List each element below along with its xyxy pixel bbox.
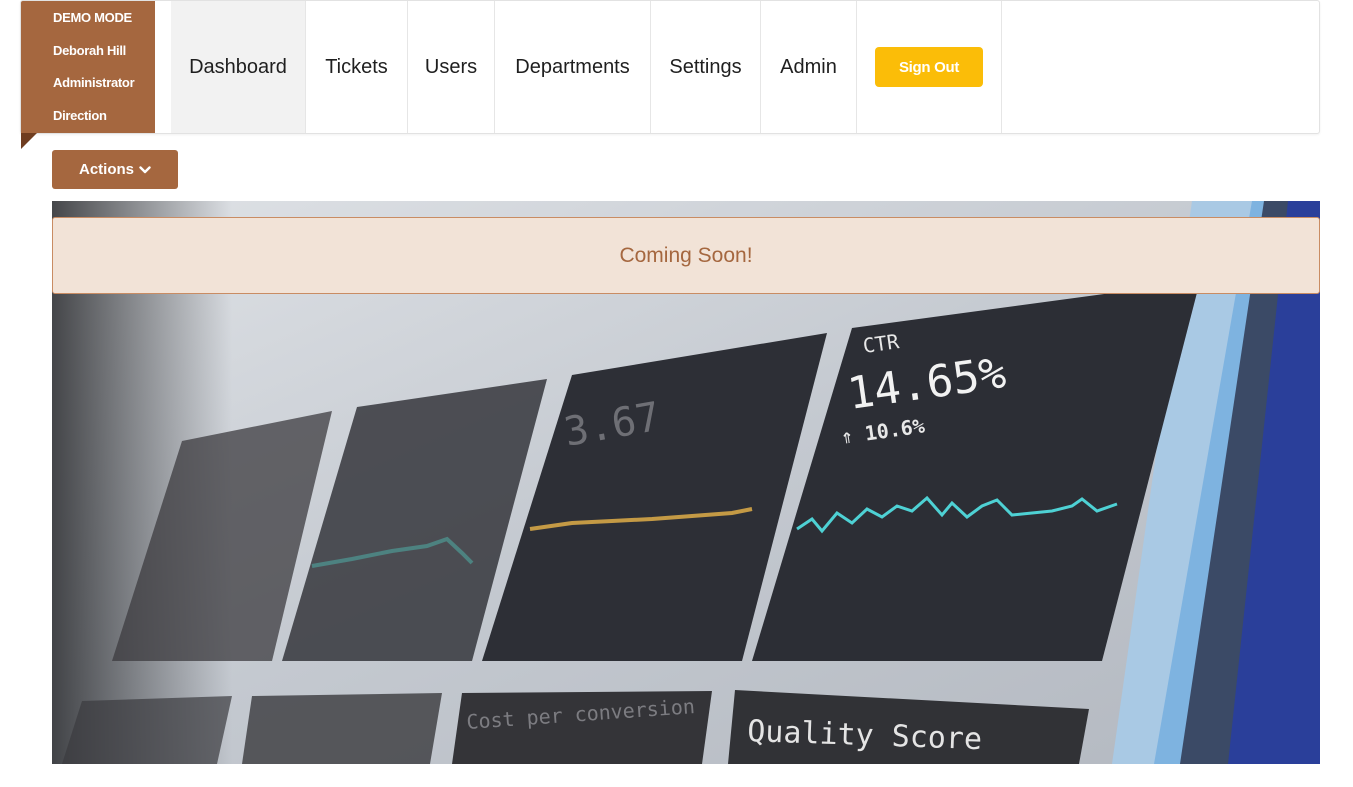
nav-item-dashboard[interactable]: Dashboard bbox=[171, 1, 306, 133]
nav-item-label: Tickets bbox=[325, 55, 388, 78]
nav-item-tickets[interactable]: Tickets bbox=[306, 1, 408, 133]
nav-item-settings[interactable]: Settings bbox=[651, 1, 761, 133]
chevron-down-icon bbox=[139, 165, 151, 173]
user-info-card: DEMO MODE Deborah Hill Administrator Dir… bbox=[21, 1, 155, 133]
ctr-label: CTR bbox=[861, 329, 901, 358]
main-menu: Dashboard Tickets Users Departments Sett… bbox=[171, 1, 1002, 133]
nav-item-label: Settings bbox=[669, 55, 742, 78]
nav-item-users[interactable]: Users bbox=[408, 1, 495, 133]
user-name: Deborah Hill bbox=[53, 42, 126, 58]
actions-dropdown-button[interactable]: Actions bbox=[52, 150, 178, 189]
nav-item-admin[interactable]: Admin bbox=[761, 1, 857, 133]
signout-cell: Sign Out bbox=[857, 1, 1002, 133]
nav-item-label: Dashboard bbox=[189, 55, 287, 78]
user-role: Administrator bbox=[53, 75, 135, 90]
demo-mode-label: DEMO MODE bbox=[53, 10, 132, 25]
coming-soon-banner: Coming Soon! bbox=[52, 217, 1320, 294]
ribbon-tail bbox=[21, 133, 37, 149]
banner-message: Coming Soon! bbox=[619, 243, 753, 267]
user-department: Direction bbox=[53, 107, 107, 123]
actions-label: Actions bbox=[78, 161, 134, 178]
sign-out-button[interactable]: Sign Out bbox=[875, 47, 983, 87]
nav-item-label: Users bbox=[424, 55, 478, 78]
nav-item-label: Admin bbox=[780, 55, 837, 78]
nav-item-departments[interactable]: Departments bbox=[495, 1, 651, 133]
nav-item-label: Departments bbox=[515, 55, 630, 78]
